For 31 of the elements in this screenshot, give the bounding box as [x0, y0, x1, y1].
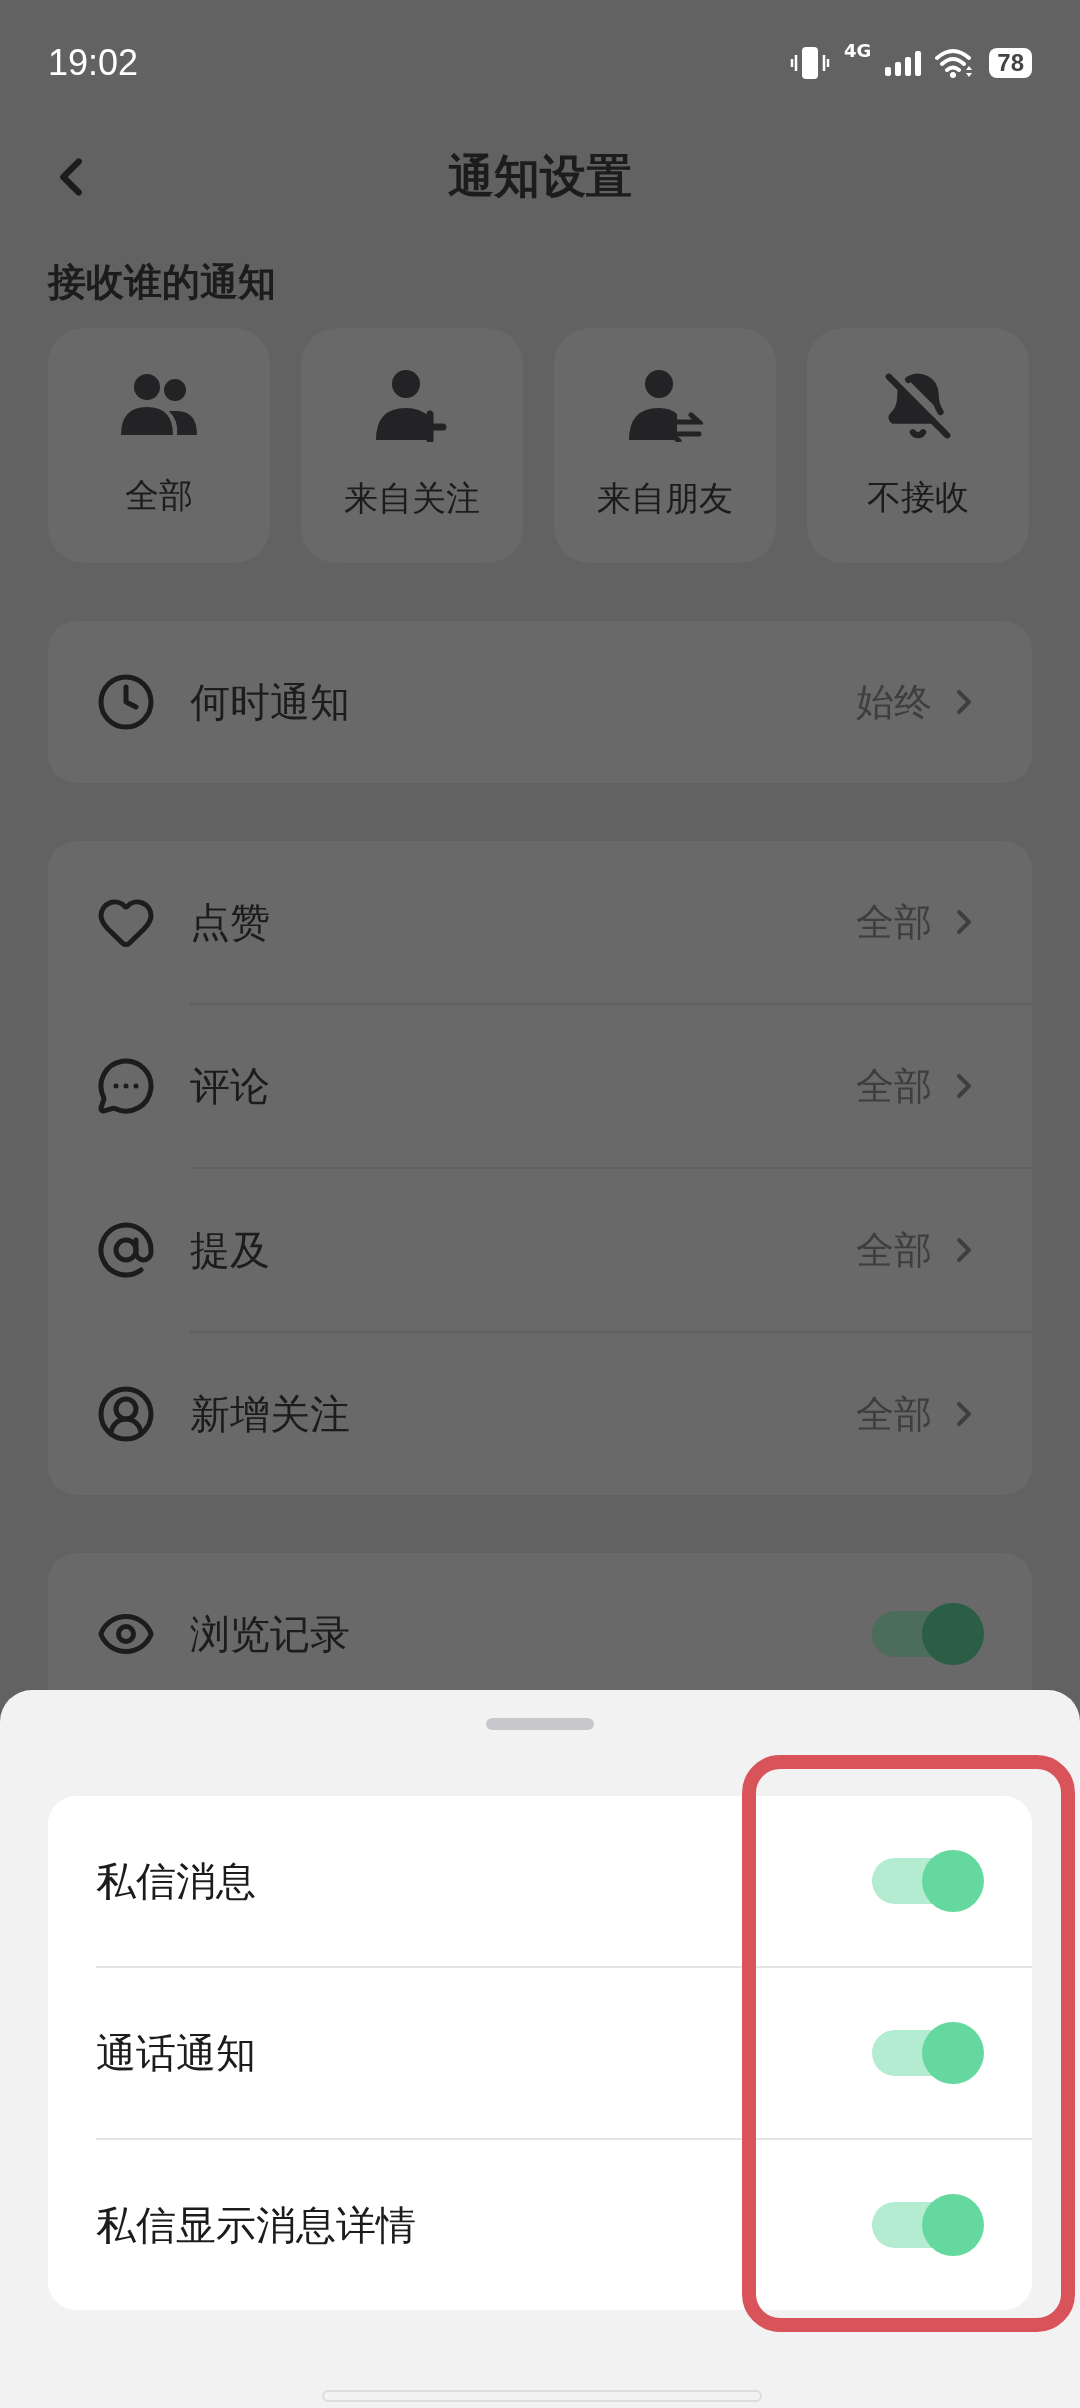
setting-label: 提及 [190, 1225, 271, 1275]
toggle-switch[interactable] [872, 1603, 984, 1665]
bell-off-icon [883, 370, 953, 441]
toggle-switch[interactable] [872, 2022, 984, 2084]
user-exchange-icon [627, 369, 703, 442]
setting-label: 何时通知 [190, 677, 351, 727]
audience-option[interactable]: 来自朋友 [554, 328, 776, 563]
audience-option[interactable]: 来自关注 [301, 328, 523, 563]
battery-level: 78 [989, 47, 1032, 78]
toggle-switch[interactable] [872, 1850, 984, 1912]
sheet-handle[interactable] [486, 1718, 594, 1730]
toggle-switch[interactable] [872, 2194, 984, 2256]
setting-label: 新增关注 [190, 1389, 351, 1439]
setting-label: 通话通知 [96, 2028, 257, 2078]
clock-icon [96, 672, 156, 732]
setting-label: 评论 [190, 1061, 271, 1111]
audience-option[interactable]: 不接收 [807, 328, 1029, 563]
setting-label: 浏览记录 [190, 1609, 351, 1659]
audience-option[interactable]: 全部 [48, 328, 270, 563]
section-title: 接收谁的通知 [46, 259, 277, 306]
status-time: 19:02 [48, 41, 139, 84]
vibrate-icon [790, 45, 830, 80]
setting-label: 私信显示消息详情 [96, 2200, 417, 2250]
page-title: 通知设置 [448, 148, 632, 205]
comment-icon [96, 1056, 156, 1116]
signal-icon [885, 49, 922, 76]
at-icon [96, 1220, 156, 1280]
setting-label: 私信消息 [96, 1856, 257, 1906]
setting-label: 点赞 [190, 897, 271, 947]
user-icon [96, 1384, 156, 1444]
network-label: 4G [844, 39, 872, 61]
